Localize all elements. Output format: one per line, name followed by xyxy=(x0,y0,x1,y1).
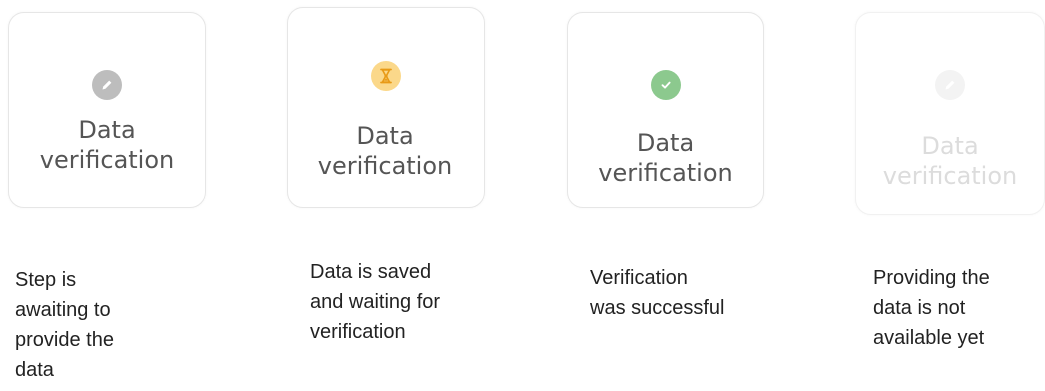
step-card-success[interactable]: Data verification xyxy=(567,12,764,208)
step-card-label: Data verification xyxy=(882,132,1018,190)
step-card-awaiting[interactable]: Data verification xyxy=(8,12,206,208)
pencil-icon xyxy=(935,70,965,100)
checkmark-icon xyxy=(650,70,681,100)
pencil-icon xyxy=(92,70,122,100)
step-card-disabled: Data verification xyxy=(855,12,1045,215)
step-caption-success: Verification was successful xyxy=(590,267,725,319)
step-card-label: Data verification xyxy=(39,116,175,174)
step-card-pending[interactable]: Data verification xyxy=(287,7,485,208)
step-caption-awaiting: Step is awaiting to provide the data xyxy=(15,269,114,381)
step-caption-pending: Data is saved and waiting for verificati… xyxy=(310,261,441,343)
step-card-label: Data verification xyxy=(317,122,453,180)
step-card-label: Data verification xyxy=(598,129,733,187)
step-caption-disabled: Providing the data is not available yet xyxy=(873,267,990,349)
hourglass-icon xyxy=(371,61,401,91)
